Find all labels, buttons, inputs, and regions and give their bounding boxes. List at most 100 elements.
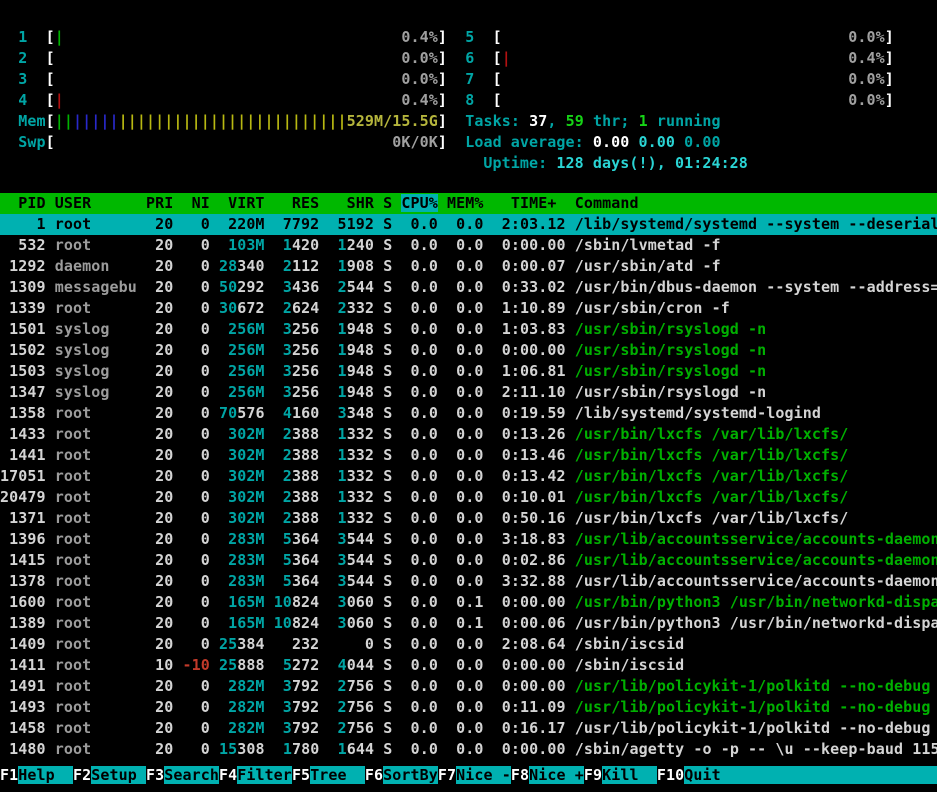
process-row-1347[interactable]: 1347 syslog 20 0 256M 3256 1948 S 0.0 0.… [0, 382, 937, 403]
process-row-1292[interactable]: 1292 daemon 20 0 28340 2112 1908 S 0.0 0… [0, 256, 937, 277]
fkey-f9[interactable]: F9Kill [584, 766, 657, 784]
process-row-1409[interactable]: 1409 root 20 0 25384 232 0 S 0.0 0.0 2:0… [0, 634, 937, 655]
mem-value: 220M [218, 215, 265, 233]
process-row-1493[interactable]: 1493 root 20 0 282M 3792 2756 S 0.0 0.0 … [0, 697, 937, 718]
column-header-user[interactable]: USER [55, 194, 137, 212]
cpu-cell: 0.0 [401, 341, 438, 359]
process-row-1378[interactable]: 1378 root 20 0 283M 5364 3544 S 0.0 0.0 … [0, 571, 937, 592]
process-row-1503[interactable]: 1503 syslog 20 0 256M 3256 1948 S 0.0 0.… [0, 361, 937, 382]
ni-cell: 0 [182, 383, 210, 401]
meter-row-7: Uptime: 128 days(!), 01:24:28 [0, 153, 894, 174]
mem-value-high: 4 [328, 656, 347, 674]
mem-value-low: 332 [346, 425, 375, 443]
column-header-pri[interactable]: PRI [146, 194, 173, 212]
process-row-1502[interactable]: 1502 syslog 20 0 256M 3256 1948 S 0.0 0.… [0, 340, 937, 361]
state-cell: S [383, 698, 393, 716]
mem-value-high: 1 [273, 236, 292, 254]
mem-pct-cell: 0.1 [447, 614, 484, 632]
process-row-1491[interactable]: 1491 root 20 0 282M 3792 2756 S 0.0 0.0 … [0, 676, 937, 697]
pid-cell: 1458 [0, 719, 46, 737]
ni-cell: 0 [182, 341, 210, 359]
process-row-1501[interactable]: 1501 syslog 20 0 256M 3256 1948 S 0.0 0.… [0, 319, 937, 340]
state-cell: S [383, 635, 393, 653]
fkey-f1[interactable]: F1Help [0, 766, 73, 784]
process-row-1458[interactable]: 1458 root 20 0 282M 3792 2756 S 0.0 0.0 … [0, 718, 937, 739]
user-cell: root [54, 509, 137, 527]
meter-gap [511, 49, 848, 67]
mem-value-high: 10 [273, 614, 292, 632]
mem-value-low: 544 [346, 572, 375, 590]
process-row-1[interactable]: 1 root 20 0 220M 7792 5192 S 0.0 0.0 2:0… [0, 214, 937, 235]
process-row-1358[interactable]: 1358 root 20 0 70576 4160 3348 S 0.0 0.0… [0, 403, 937, 424]
mem-value: 529M/15.5G [346, 112, 438, 130]
pri-cell: 20 [145, 215, 174, 233]
process-row-1480[interactable]: 1480 root 20 0 15308 1780 1644 S 0.0 0.0… [0, 739, 937, 760]
column-header-virt[interactable]: VIRT [219, 194, 265, 212]
process-row-20479[interactable]: 20479 root 20 0 302M 2388 1332 S 0.0 0.0… [0, 487, 937, 508]
process-row-17051[interactable]: 17051 root 20 0 302M 2388 1332 S 0.0 0.0… [0, 466, 937, 487]
pid-cell: 1371 [0, 509, 46, 527]
mem-pct-cell: 0.0 [447, 341, 484, 359]
column-header-cpu[interactable]: CPU% [401, 194, 438, 212]
pri-cell: 20 [145, 572, 174, 590]
function-key-bar: F1Help F2Setup F3SearchF4FilterF5Tree F6… [0, 765, 937, 786]
mem-value: 103M [218, 236, 265, 254]
fkey-f10[interactable]: F10Quit [657, 766, 937, 784]
fkey-f2[interactable]: F2Setup [73, 766, 146, 784]
user-cell: root [54, 593, 137, 611]
mem-value: 232 [273, 635, 320, 653]
mem-value: 165M [218, 593, 265, 611]
fkey-label: Quit [684, 766, 937, 784]
process-row-1396[interactable]: 1396 root 20 0 283M 5364 3544 S 0.0 0.0 … [0, 529, 937, 550]
process-row-1441[interactable]: 1441 root 20 0 302M 2388 1332 S 0.0 0.0 … [0, 445, 937, 466]
fkey-f7[interactable]: F7Nice - [438, 766, 511, 784]
command-cell: /lib/systemd/systemd --system --deserial [574, 215, 937, 233]
process-row-1309[interactable]: 1309 messagebu 20 0 50292 3436 2544 S 0.… [0, 277, 937, 298]
mem-pct-cell: 0.0 [447, 362, 484, 380]
column-header-s[interactable]: S [383, 194, 392, 212]
column-header-res[interactable]: RES [274, 194, 320, 212]
fkey-f5[interactable]: F5Tree [292, 766, 365, 784]
pri-cell: 20 [145, 299, 174, 317]
process-row-532[interactable]: 532 root 20 0 103M 1420 1240 S 0.0 0.0 0… [0, 235, 937, 256]
left-margin [0, 133, 18, 151]
column-gap [447, 70, 465, 88]
state-cell: S [383, 593, 393, 611]
column-header-shr[interactable]: SHR [328, 194, 374, 212]
mem-value-low: 160 [291, 404, 320, 422]
mem-value-high: 10 [273, 593, 292, 611]
mem-pct-cell: 0.0 [447, 215, 484, 233]
column-header-pid[interactable]: PID [0, 194, 46, 212]
process-row-1600[interactable]: 1600 root 20 0 165M 10824 3060 S 0.0 0.1… [0, 592, 937, 613]
mem-value-low: 256 [291, 341, 320, 359]
left-margin [0, 91, 18, 109]
fkey-f6[interactable]: F6SortBy [365, 766, 438, 784]
cpu-cell: 0.0 [401, 488, 438, 506]
column-header-mem[interactable]: MEM% [447, 194, 483, 212]
ni-cell: 0 [182, 593, 210, 611]
mem-pct-cell: 0.0 [447, 572, 484, 590]
fkey-f8[interactable]: F8Nice + [511, 766, 584, 784]
column-gap [447, 133, 465, 151]
process-row-1389[interactable]: 1389 root 20 0 165M 10824 3060 S 0.0 0.1… [0, 613, 937, 634]
process-row-1415[interactable]: 1415 root 20 0 283M 5364 3544 S 0.0 0.0 … [0, 550, 937, 571]
process-row-1339[interactable]: 1339 root 20 0 30672 2624 2332 S 0.0 0.0… [0, 298, 937, 319]
mem-pct-cell: 0.0 [447, 320, 484, 338]
fkey-f3[interactable]: F3Search [146, 766, 219, 784]
process-row-1411[interactable]: 1411 root 10 -10 25888 5272 4044 S 0.0 0… [0, 655, 937, 676]
mem-value-high: 1 [328, 383, 347, 401]
cpu-cell: 0.0 [401, 572, 438, 590]
user-cell: root [54, 572, 137, 590]
process-table-header[interactable]: PID USER PRI NI VIRT RES SHR S CPU% MEM%… [0, 193, 937, 214]
column-header-time[interactable]: TIME+ [493, 194, 566, 212]
process-row-1371[interactable]: 1371 root 20 0 302M 2388 1332 S 0.0 0.0 … [0, 508, 937, 529]
state-cell: S [383, 320, 393, 338]
mem-value-low: 384 [237, 635, 265, 653]
column-header-command[interactable]: Command [575, 194, 937, 212]
user-cell: syslog [54, 362, 137, 380]
column-header-ni[interactable]: NI [182, 194, 210, 212]
fkey-f4[interactable]: F4Filter [219, 766, 292, 784]
meter-close-bracket: ] [437, 49, 447, 67]
meter-gap [502, 28, 849, 46]
process-row-1433[interactable]: 1433 root 20 0 302M 2388 1332 S 0.0 0.0 … [0, 424, 937, 445]
